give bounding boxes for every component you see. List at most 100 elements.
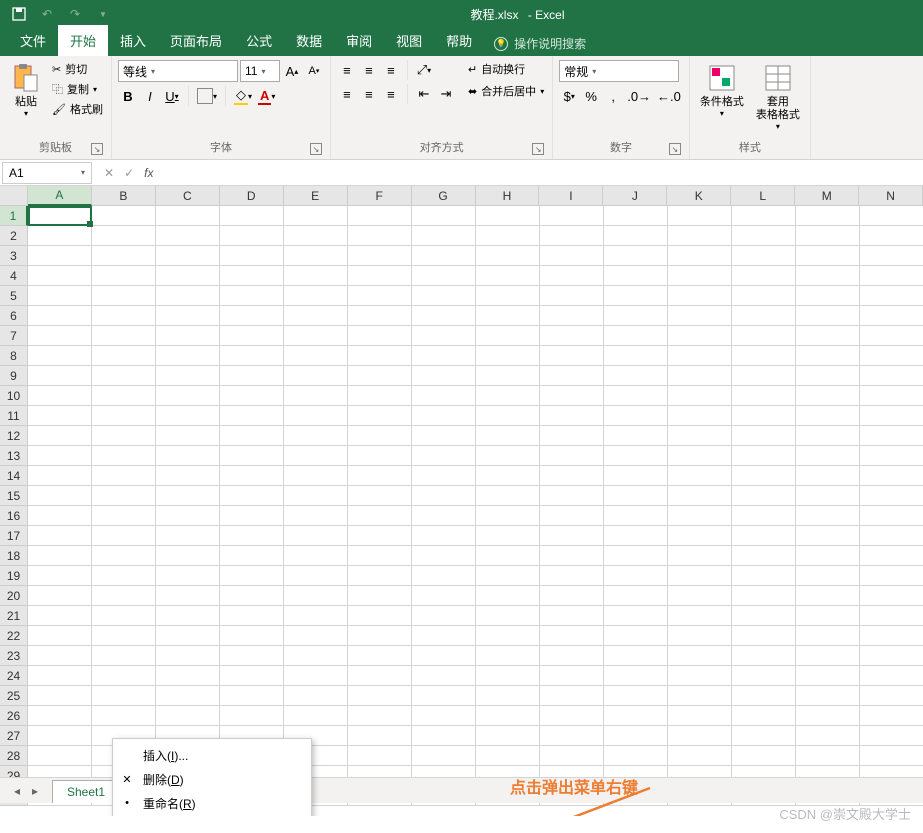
cell[interactable] (540, 686, 604, 706)
cell[interactable] (28, 386, 92, 406)
column-header[interactable]: H (476, 186, 540, 206)
cell[interactable] (412, 506, 476, 526)
cell[interactable] (732, 486, 796, 506)
cell[interactable] (604, 446, 668, 466)
row-header[interactable]: 21 (0, 606, 28, 626)
percent-format-icon[interactable]: % (581, 86, 601, 106)
row-header[interactable]: 27 (0, 726, 28, 746)
cell[interactable] (92, 666, 156, 686)
cell[interactable] (668, 406, 732, 426)
increase-decimal-icon[interactable]: .0→ (625, 86, 653, 106)
cell[interactable] (476, 446, 540, 466)
cell[interactable] (540, 306, 604, 326)
cell[interactable] (412, 466, 476, 486)
cell[interactable] (860, 706, 923, 726)
cell[interactable] (860, 366, 923, 386)
cell[interactable] (348, 526, 412, 546)
cell[interactable] (476, 526, 540, 546)
tab-review[interactable]: 审阅 (334, 25, 384, 56)
cell[interactable] (284, 326, 348, 346)
cell[interactable] (476, 386, 540, 406)
cell[interactable] (92, 206, 156, 226)
cell[interactable] (28, 346, 92, 366)
cell[interactable] (348, 406, 412, 426)
cell[interactable] (284, 586, 348, 606)
cell[interactable] (796, 206, 860, 226)
cell[interactable] (476, 326, 540, 346)
cell[interactable] (860, 406, 923, 426)
cell[interactable] (348, 206, 412, 226)
cell[interactable] (28, 686, 92, 706)
cell[interactable] (860, 386, 923, 406)
cell[interactable] (540, 626, 604, 646)
cell[interactable] (860, 486, 923, 506)
row-header[interactable]: 14 (0, 466, 28, 486)
cell[interactable] (284, 626, 348, 646)
font-size-combo[interactable]: 11▾ (240, 60, 280, 82)
cell[interactable] (796, 566, 860, 586)
cell[interactable] (28, 486, 92, 506)
cell[interactable] (604, 306, 668, 326)
cell[interactable] (860, 346, 923, 366)
cell[interactable] (860, 546, 923, 566)
cell[interactable] (668, 526, 732, 546)
cell[interactable] (604, 606, 668, 626)
cell[interactable] (28, 266, 92, 286)
italic-button[interactable]: I (140, 86, 160, 106)
cell[interactable] (92, 246, 156, 266)
cell[interactable] (668, 246, 732, 266)
cell[interactable] (92, 626, 156, 646)
column-header[interactable]: L (731, 186, 795, 206)
cell[interactable] (92, 326, 156, 346)
cell[interactable] (604, 646, 668, 666)
name-box[interactable]: A1▾ (2, 162, 92, 184)
format-painter-button[interactable]: 🖌格式刷 (50, 100, 105, 118)
cell[interactable] (540, 326, 604, 346)
cell[interactable] (156, 646, 220, 666)
underline-button[interactable]: U▾ (162, 86, 182, 106)
cell[interactable] (732, 206, 796, 226)
cell[interactable] (476, 466, 540, 486)
cell[interactable] (540, 246, 604, 266)
cell[interactable] (540, 546, 604, 566)
cell[interactable] (796, 366, 860, 386)
cell[interactable] (540, 526, 604, 546)
dialog-launcher-icon[interactable]: ↘ (310, 143, 322, 155)
cell[interactable] (476, 286, 540, 306)
fx-icon[interactable]: fx (144, 166, 153, 180)
cell[interactable] (156, 486, 220, 506)
cell[interactable] (28, 306, 92, 326)
font-name-combo[interactable]: 等线▾ (118, 60, 238, 82)
row-header[interactable]: 7 (0, 326, 28, 346)
row-header[interactable]: 12 (0, 426, 28, 446)
cell[interactable] (732, 306, 796, 326)
cell[interactable] (412, 226, 476, 246)
dialog-launcher-icon[interactable]: ↘ (669, 143, 681, 155)
cell[interactable] (668, 266, 732, 286)
cell[interactable] (412, 446, 476, 466)
cell[interactable] (348, 266, 412, 286)
cell[interactable] (668, 746, 732, 766)
cell[interactable] (668, 706, 732, 726)
cell[interactable] (156, 666, 220, 686)
cell[interactable] (668, 666, 732, 686)
cell[interactable] (92, 546, 156, 566)
cell[interactable] (604, 206, 668, 226)
cell[interactable] (604, 486, 668, 506)
tab-insert[interactable]: 插入 (108, 25, 158, 56)
row-header[interactable]: 15 (0, 486, 28, 506)
cell[interactable] (732, 526, 796, 546)
cell[interactable] (732, 386, 796, 406)
cell[interactable] (604, 626, 668, 646)
redo-icon[interactable]: ↷ (66, 5, 84, 23)
cell[interactable] (732, 446, 796, 466)
cell[interactable] (156, 206, 220, 226)
cell[interactable] (604, 666, 668, 686)
cell[interactable] (860, 626, 923, 646)
comma-format-icon[interactable]: , (603, 86, 623, 106)
cell[interactable] (732, 466, 796, 486)
cell[interactable] (668, 226, 732, 246)
cell[interactable] (668, 566, 732, 586)
cell[interactable] (476, 626, 540, 646)
cell[interactable] (732, 326, 796, 346)
